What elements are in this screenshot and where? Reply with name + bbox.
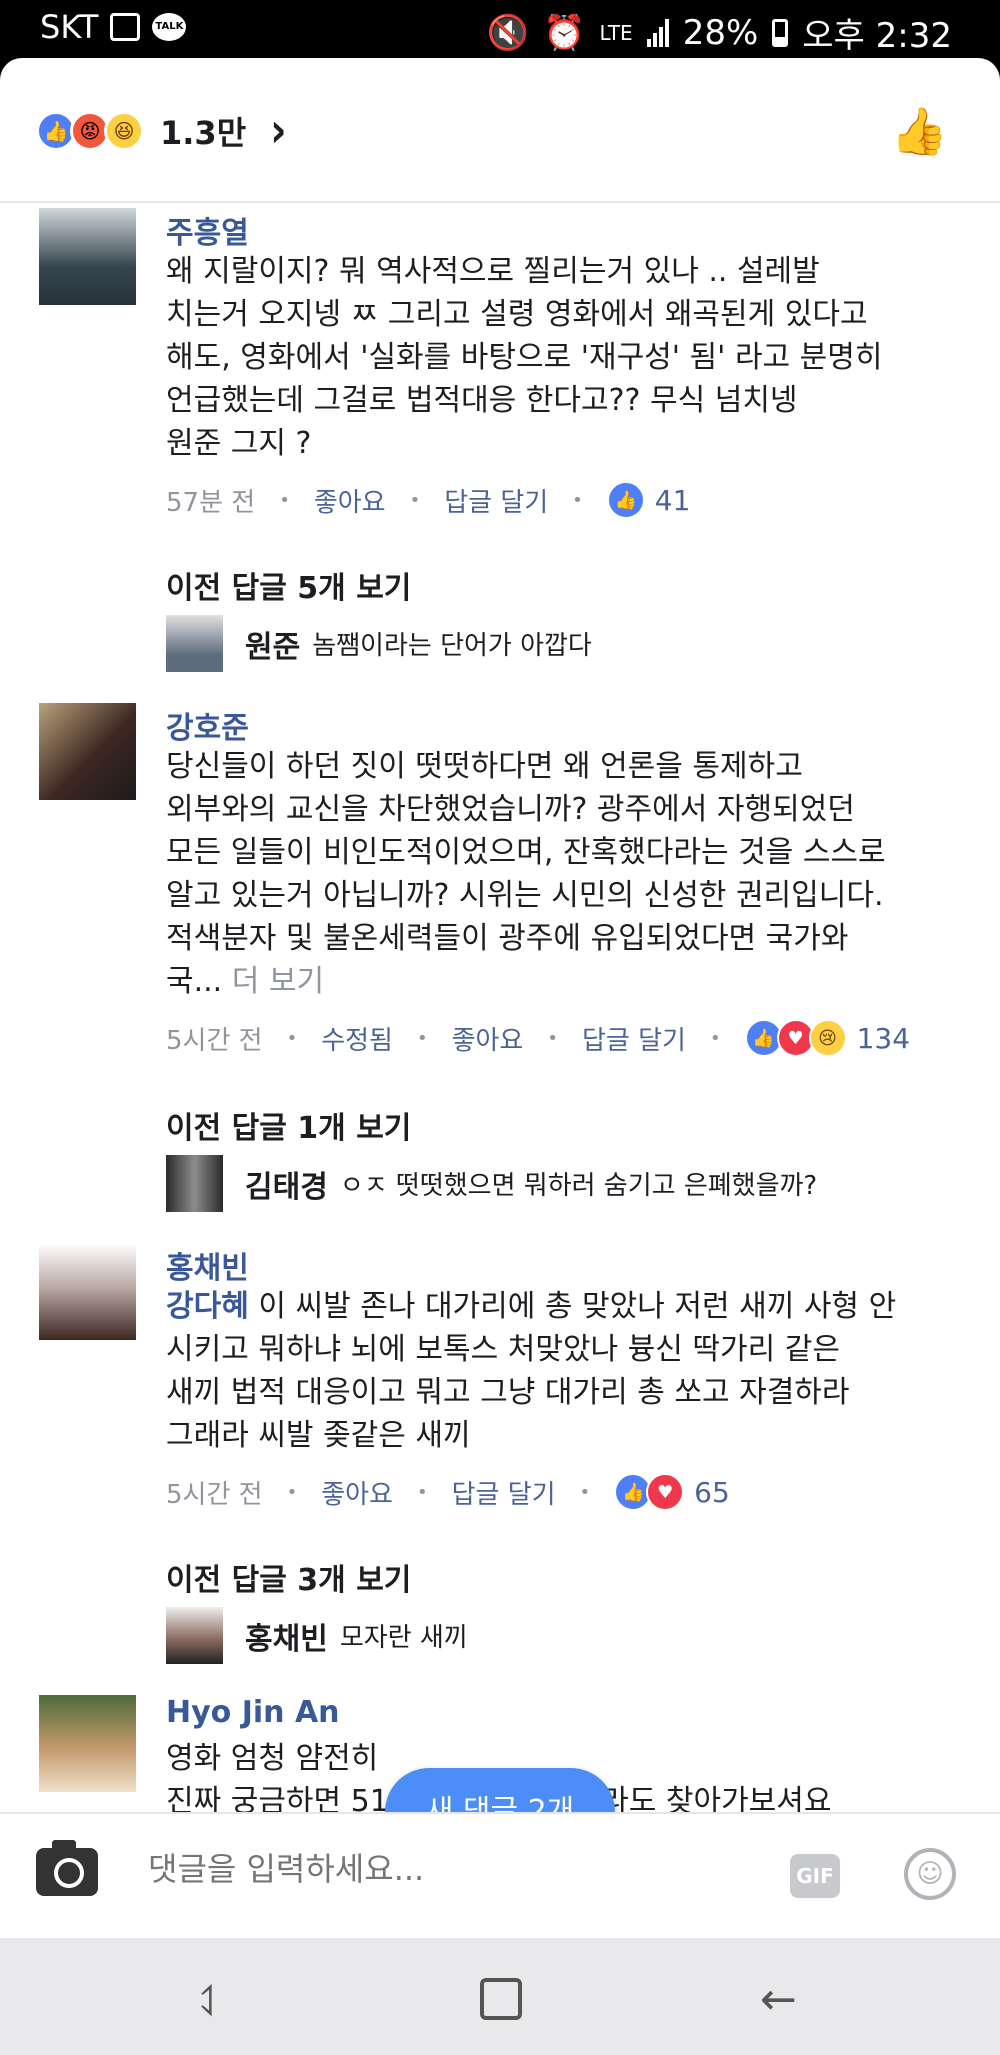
reply-text: ㅇㅈ 떳떳했으면 뭐하러 숨기고 은폐했을까? (339, 1171, 818, 1201)
view-previous-replies[interactable]: 이전 답글 3개 보기 (166, 1555, 411, 1599)
comment-composer: GIF ☺ (0, 1812, 1000, 1938)
comment-reaction-count[interactable]: 134 (857, 1022, 910, 1055)
comment-author[interactable]: Hyo Jin An (166, 1695, 966, 1737)
reply-preview[interactable]: 원준 놈쨈이라는 단어가 아깝다 (166, 615, 592, 672)
view-previous-replies[interactable]: 이전 답글 5개 보기 (166, 563, 411, 607)
reactions-header: 👍 😡 😆 1.3만 › 👍 (0, 58, 1000, 203)
kakaotalk-icon: TALK (152, 13, 187, 41)
comment-time: 5시간 전 (166, 1479, 263, 1510)
comments-sheet: 👍 😡 😆 1.3만 › 👍 주흥열 왜 지랄이지? 뭐 역사적으로 찔리는거 … (0, 58, 1000, 1938)
network-label: LTE (599, 20, 633, 45)
avatar[interactable] (166, 1607, 223, 1664)
avatar[interactable] (39, 208, 136, 305)
reply-author[interactable]: 홍채빈 (245, 1614, 328, 1658)
love-reaction-icon: ♥ (646, 1473, 685, 1511)
sad-reaction-icon: 😢 (808, 1019, 847, 1057)
like-comment-button[interactable]: 좋아요 (452, 1020, 524, 1057)
reply-button[interactable]: 답글 달기 (444, 482, 548, 519)
avatar[interactable] (166, 1155, 223, 1212)
like-comment-button[interactable]: 좋아요 (321, 1474, 393, 1511)
mute-icon: 🔇 (486, 12, 530, 53)
recent-apps-icon[interactable]: ⥑ (200, 1974, 221, 2025)
signal-icon (646, 18, 669, 47)
home-icon[interactable] (480, 1978, 522, 2020)
navigation-bar: ⥑ ← (0, 1938, 1000, 2055)
avatar[interactable] (39, 703, 136, 800)
status-bar: SKT TALK 🔇 ⏰ LTE 28% 오후 2:32 (0, 0, 1000, 58)
comment-input[interactable] (148, 1850, 748, 1888)
comment-meta: 5시간 전 • 좋아요 • 답글 달기 • 👍 ♥ 65 (166, 1471, 966, 1513)
like-post-button[interactable]: 👍 (891, 104, 948, 159)
reply-preview[interactable]: 김태경 ㅇㅈ 떳떳했으면 뭐하러 숨기고 은폐했을까? (166, 1155, 817, 1212)
carrier-label: SKT (40, 8, 99, 46)
comment-author[interactable]: 홍채빈 (166, 1243, 966, 1286)
sticker-icon[interactable]: ☺ (904, 1848, 956, 1900)
haha-reaction-icon: 😆 (104, 111, 144, 151)
chevron-right-icon: › (270, 103, 287, 159)
edited-label[interactable]: 수정됨 (321, 1020, 393, 1057)
camera-icon[interactable] (36, 1840, 98, 1896)
comment-text: 왜 지랄이지? 뭐 역사적으로 찔리는거 있나 .. 설레발 치는거 오지넹 ㅉ… (166, 254, 883, 461)
comment-reaction-count[interactable]: 65 (694, 1476, 730, 1509)
alarm-icon: ⏰ (543, 12, 586, 53)
comment-meta: 57분 전 • 좋아요 • 답글 달기 • 👍 41 (166, 479, 966, 521)
avatar[interactable] (166, 615, 223, 672)
reply-author[interactable]: 김태경 (245, 1162, 328, 1206)
battery-percent: 28% (682, 12, 759, 53)
reply-button[interactable]: 답글 달기 (452, 1474, 556, 1511)
like-reaction-icon: 👍 (606, 481, 645, 519)
reaction-count: 1.3만 (160, 114, 247, 152)
battery-icon (772, 18, 789, 47)
reply-button[interactable]: 답글 달기 (582, 1020, 686, 1057)
comment-reaction-count[interactable]: 41 (655, 484, 691, 517)
view-previous-replies[interactable]: 이전 답글 1개 보기 (166, 1103, 411, 1147)
comment-author[interactable]: 주흥열 (166, 208, 966, 251)
reply-text: 놈쨈이라는 단어가 아깝다 (312, 631, 592, 661)
mentioned-user[interactable]: 강다혜 (166, 1289, 249, 1324)
comment-text: 당신들이 하던 짓이 떳떳하다면 왜 언론을 통제하고 외부와의 교신을 차단했… (166, 749, 886, 999)
reply-preview[interactable]: 홍채빈 모자란 새끼 (166, 1607, 468, 1664)
back-icon[interactable]: ← (760, 1974, 797, 2025)
comment-time: 5시간 전 (166, 1025, 263, 1056)
reply-text: 모자란 새끼 (339, 1623, 468, 1653)
gif-button[interactable]: GIF (790, 1854, 840, 1898)
like-comment-button[interactable]: 좋아요 (314, 482, 386, 519)
comment-meta: 5시간 전 • 수정됨 • 좋아요 • 답글 달기 • 👍 ♥ 😢 134 (166, 1017, 966, 1059)
reactions-summary[interactable]: 👍 😡 😆 1.3만 › (36, 103, 287, 159)
comment-time: 57분 전 (166, 487, 256, 518)
avatar[interactable] (39, 1243, 136, 1340)
comment-text: 강다혜 이 씨발 존나 대가리에 총 맞았나 저런 새끼 사형 안 시키고 뭐하… (166, 1289, 897, 1453)
see-more-link[interactable]: 더 보기 (232, 964, 324, 999)
reply-author[interactable]: 원준 (245, 622, 300, 666)
comment-author[interactable]: 강호준 (166, 703, 966, 746)
avatar[interactable] (39, 1695, 136, 1792)
clock: 오후 2:32 (802, 16, 952, 56)
gallery-icon (110, 13, 141, 41)
